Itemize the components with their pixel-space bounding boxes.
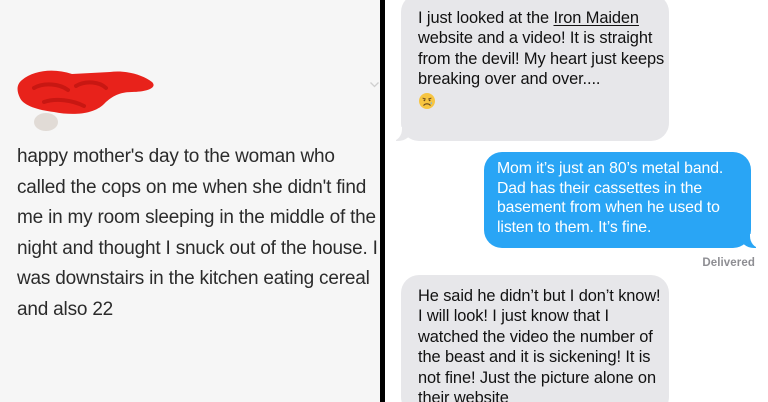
tweet-panel: happy mother's day to the woman who call… bbox=[0, 0, 380, 402]
delivered-status: Delivered bbox=[702, 257, 755, 269]
message-text: I just looked at the bbox=[418, 9, 554, 27]
sad-face-emoji-icon bbox=[419, 92, 435, 109]
message-text: website and a video! It is straight from… bbox=[418, 29, 665, 89]
message-text: He said he didn’t but I don’t know! I wi… bbox=[418, 287, 661, 402]
avatar bbox=[34, 113, 58, 131]
received-message-bubble[interactable]: I just looked at the Iron Maiden website… bbox=[392, 0, 669, 141]
sent-message-bubble[interactable]: Mom it’s just an 80’s metal band. Dad ha… bbox=[484, 152, 760, 248]
iron-maiden-link[interactable]: Iron Maiden bbox=[553, 9, 639, 27]
tweet-text: happy mother's day to the woman who call… bbox=[17, 146, 378, 320]
received-message-bubble[interactable]: He said he didn’t but I don’t know! I wi… bbox=[401, 275, 669, 402]
imessage-panel: I just looked at the Iron Maiden website… bbox=[385, 0, 768, 402]
bubble-tail bbox=[740, 234, 760, 248]
redacted-username-scribble bbox=[17, 70, 154, 114]
message-text: Mom it’s just an 80’s metal band. Dad ha… bbox=[497, 160, 724, 237]
bubble-tail bbox=[392, 127, 412, 141]
chevron-down-icon[interactable] bbox=[369, 79, 380, 90]
